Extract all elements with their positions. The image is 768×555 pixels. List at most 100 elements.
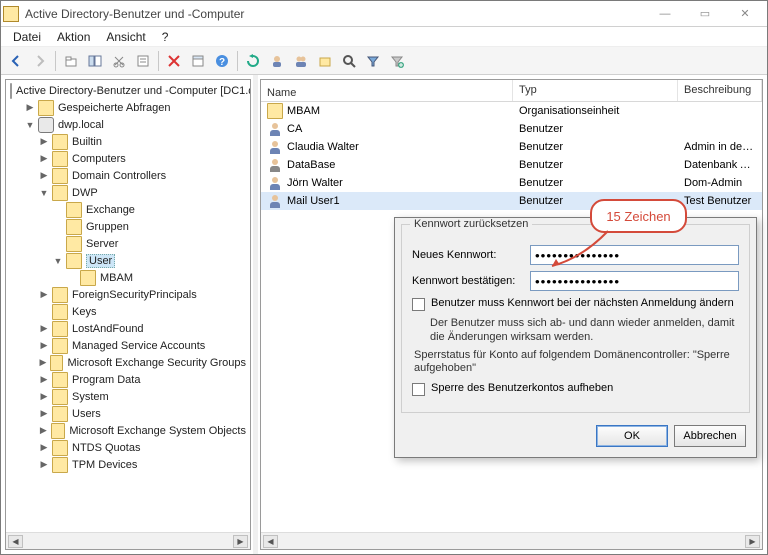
new-group-button[interactable] (290, 50, 312, 72)
tree-item[interactable]: ▶Builtin (6, 133, 250, 150)
properties-button[interactable] (132, 50, 154, 72)
scroll-left-button[interactable]: ◀ (8, 535, 23, 548)
chevron-right-icon[interactable]: ▶ (38, 323, 50, 335)
tree-item[interactable]: ▶ Microsoft Exchange System Objects (6, 422, 250, 439)
refresh-button[interactable] (242, 50, 264, 72)
delete-button[interactable] (163, 50, 185, 72)
user-icon (267, 193, 283, 209)
ok-button[interactable]: OK (596, 425, 668, 447)
chevron-right-icon[interactable]: ▶ (38, 425, 49, 437)
folder-icon (50, 355, 64, 371)
folder-icon (52, 457, 68, 473)
chevron-right-icon[interactable]: ▶ (38, 374, 50, 386)
chevron-right-icon[interactable]: ▶ (38, 357, 48, 369)
tree-item-label: Microsoft Exchange System Objects (69, 425, 246, 437)
nav-back-button[interactable] (5, 50, 27, 72)
vertical-splitter[interactable] (253, 75, 258, 554)
tree-item[interactable]: ▶Gespeicherte Abfragen (6, 99, 250, 116)
menu-datei[interactable]: Datei (5, 28, 49, 46)
chevron-down-icon[interactable]: ▼ (52, 255, 64, 267)
chevron-right-icon[interactable]: ▶ (38, 153, 50, 165)
filter-button[interactable] (362, 50, 384, 72)
scroll-right-button[interactable]: ▶ (233, 535, 248, 548)
menu-aktion[interactable]: Aktion (49, 28, 98, 46)
tree-item[interactable]: ▶Microsoft Exchange Security Groups (6, 354, 250, 371)
up-level-button[interactable] (60, 50, 82, 72)
ad-root-icon (10, 83, 12, 99)
cut-button[interactable] (108, 50, 130, 72)
tree-item[interactable]: ▶Program Data (6, 371, 250, 388)
list-item[interactable]: CABenutzer (261, 120, 762, 138)
list-item-type: Benutzer (513, 123, 678, 135)
list-scrollbar-horizontal[interactable]: ◀ ▶ (261, 532, 762, 549)
folder-icon (52, 321, 68, 337)
tree-item[interactable]: ▶LostAndFound (6, 320, 250, 337)
tree-item-label: Managed Service Accounts (72, 340, 205, 352)
tree[interactable]: Active Directory-Benutzer und -Computer … (6, 80, 250, 532)
list-item[interactable]: DataBaseBenutzerDatenbank Admin (261, 156, 762, 174)
scroll-right-button[interactable]: ▶ (745, 535, 760, 548)
folder-icon (52, 134, 68, 150)
tree-item[interactable]: ▶ ForeignSecurityPrincipals (6, 286, 250, 303)
list-item[interactable]: Mail User1BenutzerTest Benutzer (261, 192, 762, 210)
scroll-left-button[interactable]: ◀ (263, 535, 278, 548)
chevron-down-icon[interactable]: ▼ (24, 119, 36, 131)
chevron-right-icon[interactable]: ▶ (38, 289, 50, 301)
change-next-login-checkbox[interactable] (412, 298, 425, 311)
col-name[interactable]: Name (261, 80, 513, 101)
tree-item[interactable]: ▶TPM Devices (6, 456, 250, 473)
menu-help[interactable]: ? (154, 28, 177, 46)
close-button[interactable]: ✕ (725, 1, 765, 27)
list-item[interactable]: Jörn WalterBenutzerDom-Admin (261, 174, 762, 192)
properties-sheet-button[interactable] (187, 50, 209, 72)
list-item-desc: Admin in der Außer (678, 141, 762, 153)
tree-item-label: ForeignSecurityPrincipals (72, 289, 197, 301)
list-item[interactable]: Claudia WalterBenutzerAdmin in der Außer (261, 138, 762, 156)
unlock-account-checkbox[interactable] (412, 383, 425, 396)
tree-item[interactable]: ▶Users (6, 405, 250, 422)
tree-item[interactable]: ▶NTDS Quotas (6, 439, 250, 456)
chevron-down-icon[interactable]: ▼ (38, 187, 50, 199)
tree-item[interactable]: ▶Keys (6, 303, 250, 320)
tree-item[interactable]: ▶Server (6, 235, 250, 252)
tree-item[interactable]: ▶Exchange (6, 201, 250, 218)
find-button[interactable] (338, 50, 360, 72)
chevron-right-icon[interactable]: ▶ (38, 391, 50, 403)
chevron-right-icon[interactable]: ▶ (38, 459, 50, 471)
tree-item[interactable]: ▼DWP (6, 184, 250, 201)
show-hide-tree-button[interactable] (84, 50, 106, 72)
new-ou-button[interactable] (314, 50, 336, 72)
menu-ansicht[interactable]: Ansicht (98, 28, 153, 46)
ou-icon (267, 103, 283, 119)
col-desc[interactable]: Beschreibung (678, 80, 762, 101)
help-button[interactable]: ? (211, 50, 233, 72)
chevron-right-icon[interactable]: ▶ (38, 340, 50, 352)
tree-item[interactable]: ▶System (6, 388, 250, 405)
chevron-right-icon[interactable]: ▶ (38, 136, 50, 148)
maximize-button[interactable]: ▭ (685, 1, 725, 27)
nav-forward-button[interactable] (29, 50, 51, 72)
confirm-password-input[interactable] (530, 271, 739, 291)
cancel-button[interactable]: Abbrechen (674, 425, 746, 447)
list-item[interactable]: MBAMOrganisationseinheit (261, 102, 762, 120)
minimize-button[interactable]: — (645, 1, 685, 27)
new-password-label: Neues Kennwort: (412, 249, 530, 261)
chevron-right-icon[interactable]: ▶ (38, 170, 50, 182)
tree-item[interactable]: ▶MBAM (6, 269, 250, 286)
tree-root[interactable]: Active Directory-Benutzer und -Computer … (6, 82, 250, 99)
add-criteria-button[interactable] (386, 50, 408, 72)
tree-item[interactable]: ▼dwp.local (6, 116, 250, 133)
change-next-login-label: Benutzer muss Kennwort bei der nächsten … (431, 297, 734, 309)
tree-item[interactable]: ▼User (6, 252, 250, 269)
tree-item[interactable]: ▶Gruppen (6, 218, 250, 235)
chevron-right-icon[interactable]: ▶ (38, 408, 50, 420)
tree-item[interactable]: ▶Domain Controllers (6, 167, 250, 184)
chevron-right-icon[interactable]: ▶ (24, 102, 36, 114)
tree-item[interactable]: ▶Computers (6, 150, 250, 167)
new-user-button[interactable] (266, 50, 288, 72)
chevron-right-icon[interactable]: ▶ (38, 442, 50, 454)
col-typ[interactable]: Typ (513, 80, 678, 101)
toolbar: ? (1, 47, 767, 75)
tree-item[interactable]: ▶ Managed Service Accounts (6, 337, 250, 354)
tree-scrollbar-horizontal[interactable]: ◀ ▶ (6, 532, 250, 549)
